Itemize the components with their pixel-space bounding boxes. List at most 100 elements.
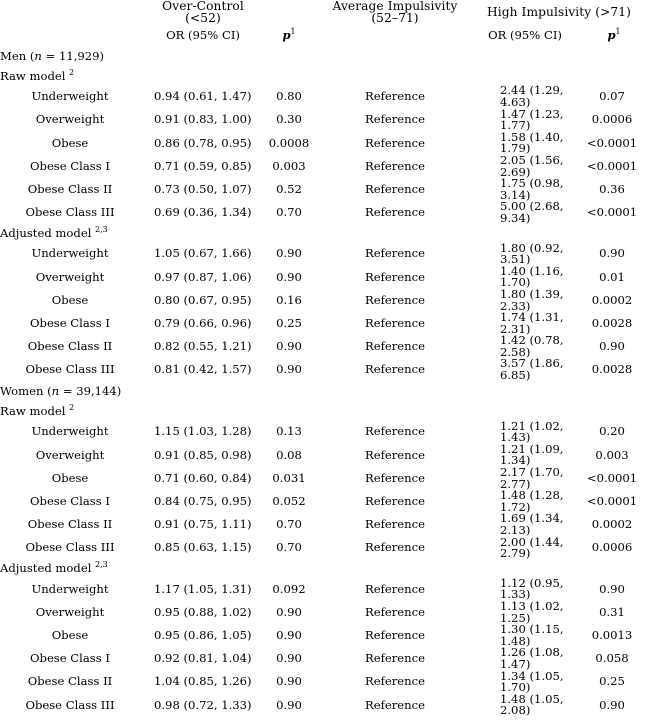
cell-or-over-control: 0.82 (0.55, 1.21) (154, 339, 252, 354)
cell-p-over-control: 0.90 (276, 362, 302, 377)
row-label: Obese (51, 292, 89, 307)
cell-or-over-control: 1.15 (1.03, 1.28) (154, 424, 252, 439)
header-group-over-control: Over-Control (<52) (162, 0, 244, 26)
cell-or-over-control: 0.69 (0.36, 1.34) (154, 205, 252, 220)
table-row: Obese Class I 0.92 (0.81, 1.04) 0.90 Refere… (0, 646, 648, 670)
table-row: Obese Class II 0.82 (0.55, 1.21) 0.90 Refer… (0, 334, 648, 358)
odds-ratio-table: Over-Control (<52) Average Impulsivity (5… (0, 0, 648, 720)
cell-or-high-impulsivity: 1.30 (1.15, 1.48) (500, 622, 564, 648)
table-row: Underweight 1.15 (1.03, 1.28) 0.13 Referenc… (0, 420, 648, 444)
cell-average-impulsivity-reference: Reference (365, 627, 425, 642)
table-row: Overweight 0.97 (0.87, 1.06) 0.90 Reference… (0, 265, 648, 289)
cell-or-over-control: 1.04 (0.85, 1.26) (154, 674, 252, 689)
cell-or-over-control: 0.92 (0.81, 1.04) (154, 651, 252, 666)
table-row: Obese 0.71 (0.60, 0.84) 0.031 Reference 2.17… (0, 465, 648, 491)
cell-average-impulsivity-reference: Reference (365, 424, 425, 439)
row-label: Obese Class II (27, 517, 113, 532)
cell-average-impulsivity-reference: Reference (365, 517, 425, 532)
cell-average-impulsivity-reference: Reference (365, 697, 425, 712)
row-label: Obese Class II (27, 339, 113, 354)
header-spacer-cell (258, 0, 320, 24)
header-blank-cell (0, 0, 148, 24)
row-label: Underweight (31, 424, 109, 439)
header-group-average-impulsivity: Average Impulsivity (52–71) (332, 0, 458, 26)
cell-p-high-impulsivity: 0.003 (595, 447, 629, 462)
cell-p-over-control: 0.70 (276, 517, 302, 532)
cell-p-over-control: 0.052 (272, 494, 306, 509)
section-header-women: Women (n = 39,144) (0, 382, 648, 403)
cell-p-over-control: 0.25 (276, 315, 302, 330)
table-row: Underweight 0.94 (0.61, 1.47) 0.80 Referenc… (0, 85, 648, 108)
cell-p-over-control: 0.90 (276, 627, 302, 642)
bottom-rule-cell (0, 717, 648, 720)
cell-p-over-control: 0.08 (276, 447, 302, 462)
table-row: Overweight 0.91 (0.85, 0.98) 0.08 Reference… (0, 443, 648, 467)
cell-p-high-impulsivity: 0.0006 (591, 112, 633, 127)
cell-average-impulsivity-reference: Reference (365, 674, 425, 689)
cell-average-impulsivity-reference: Reference (365, 315, 425, 330)
cell-p-high-impulsivity: 0.0002 (591, 292, 633, 307)
row-label: Obese (51, 470, 89, 485)
cell-or-high-impulsivity: 2.44 (1.29, 4.63) (500, 83, 564, 109)
cell-p-high-impulsivity: <0.0001 (586, 494, 638, 509)
subheader-average-impulsivity-blank (320, 24, 470, 46)
cell-average-impulsivity-reference: Reference (365, 447, 425, 462)
table-row: Obese 0.95 (0.86, 1.05) 0.90 Reference 1.30 … (0, 622, 648, 648)
cell-p-high-impulsivity: 0.0028 (591, 362, 633, 377)
cell-or-high-impulsivity: 2.05 (1.56, 2.69) (500, 152, 564, 179)
cell-p-high-impulsivity: 0.90 (599, 339, 625, 354)
cell-average-impulsivity-reference: Reference (365, 540, 425, 555)
cell-p-high-impulsivity: 0.07 (599, 89, 625, 104)
row-label: Overweight (35, 447, 105, 462)
cell-p-over-control: 0.70 (276, 205, 302, 220)
model-header-women-raw: Raw model 2 (0, 403, 648, 421)
cell-p-over-control: 0.003 (272, 158, 306, 173)
subheader-blank-cell (0, 24, 148, 46)
cell-or-high-impulsivity: 1.48 (1.28, 1.72) (500, 488, 564, 514)
model-header-men-adjusted: Adjusted model 2,3 (0, 225, 648, 243)
cell-or-high-impulsivity: 1.34 (1.05, 1.70) (500, 668, 564, 695)
cell-p-over-control: 0.90 (276, 246, 302, 261)
cell-or-over-control: 0.91 (0.83, 1.00) (154, 112, 252, 127)
table-row: Obese Class III 0.81 (0.42, 1.57) 0.90 Refe… (0, 358, 648, 381)
row-label: Underweight (31, 89, 109, 104)
table-row: Overweight 0.91 (0.83, 1.00) 0.30 Reference… (0, 108, 648, 132)
cell-average-impulsivity-reference: Reference (365, 581, 425, 596)
cell-or-over-control: 0.95 (0.88, 1.02) (154, 604, 252, 619)
cell-or-high-impulsivity: 1.12 (0.95, 1.33) (500, 575, 564, 602)
row-label: Obese Class I (30, 494, 110, 509)
cell-average-impulsivity-reference: Reference (365, 362, 425, 377)
row-label: Obese Class II (27, 181, 113, 196)
cell-average-impulsivity-reference: Reference (365, 205, 425, 220)
table-row: Obese Class I 0.79 (0.66, 0.96) 0.25 Refere… (0, 310, 648, 336)
cell-or-over-control: 0.91 (0.75, 1.11) (154, 517, 252, 532)
row-label: Obese Class III (25, 205, 115, 220)
cell-or-high-impulsivity: 1.74 (1.31, 2.31) (500, 310, 564, 336)
cell-average-impulsivity-reference: Reference (365, 339, 425, 354)
cell-or-high-impulsivity: 2.00 (1.44, 2.79) (500, 534, 564, 561)
cell-or-high-impulsivity: 2.17 (1.70, 2.77) (500, 465, 564, 491)
cell-or-high-impulsivity: 1.80 (0.92, 3.51) (500, 240, 564, 267)
cell-p-over-control: 0.13 (276, 424, 302, 439)
row-label: Obese (51, 135, 89, 150)
cell-or-over-control: 0.85 (0.63, 1.15) (154, 540, 252, 555)
row-label: Overweight (35, 112, 105, 127)
section-title-men: Men (n = 11,929) (0, 49, 105, 64)
cell-p-over-control: 0.16 (276, 292, 302, 307)
table-row: Obese Class III 0.69 (0.36, 1.34) 0.70 Refe… (0, 200, 648, 224)
cell-or-high-impulsivity: 3.57 (1.86, 6.85) (500, 356, 564, 383)
row-label: Obese Class I (30, 315, 110, 330)
table-row: Underweight 1.05 (0.67, 1.66) 0.90 Referenc… (0, 240, 648, 267)
row-label: Underweight (31, 246, 109, 261)
cell-p-high-impulsivity: 0.90 (599, 697, 625, 712)
cell-average-impulsivity-reference: Reference (365, 292, 425, 307)
cell-or-high-impulsivity: 1.69 (1.34, 2.13) (500, 511, 564, 537)
table-bottom-rule (0, 717, 648, 720)
cell-p-over-control: 0.90 (276, 697, 302, 712)
table-row: Obese Class I 0.71 (0.59, 0.85) 0.003 Refer… (0, 152, 648, 179)
row-label: Overweight (35, 269, 105, 284)
cell-p-over-control: 0.90 (276, 604, 302, 619)
model-title-men-adjusted: Adjusted model 2,3 (0, 224, 108, 240)
cell-p-high-impulsivity: <0.0001 (586, 158, 638, 173)
row-label: Obese Class III (25, 697, 115, 712)
